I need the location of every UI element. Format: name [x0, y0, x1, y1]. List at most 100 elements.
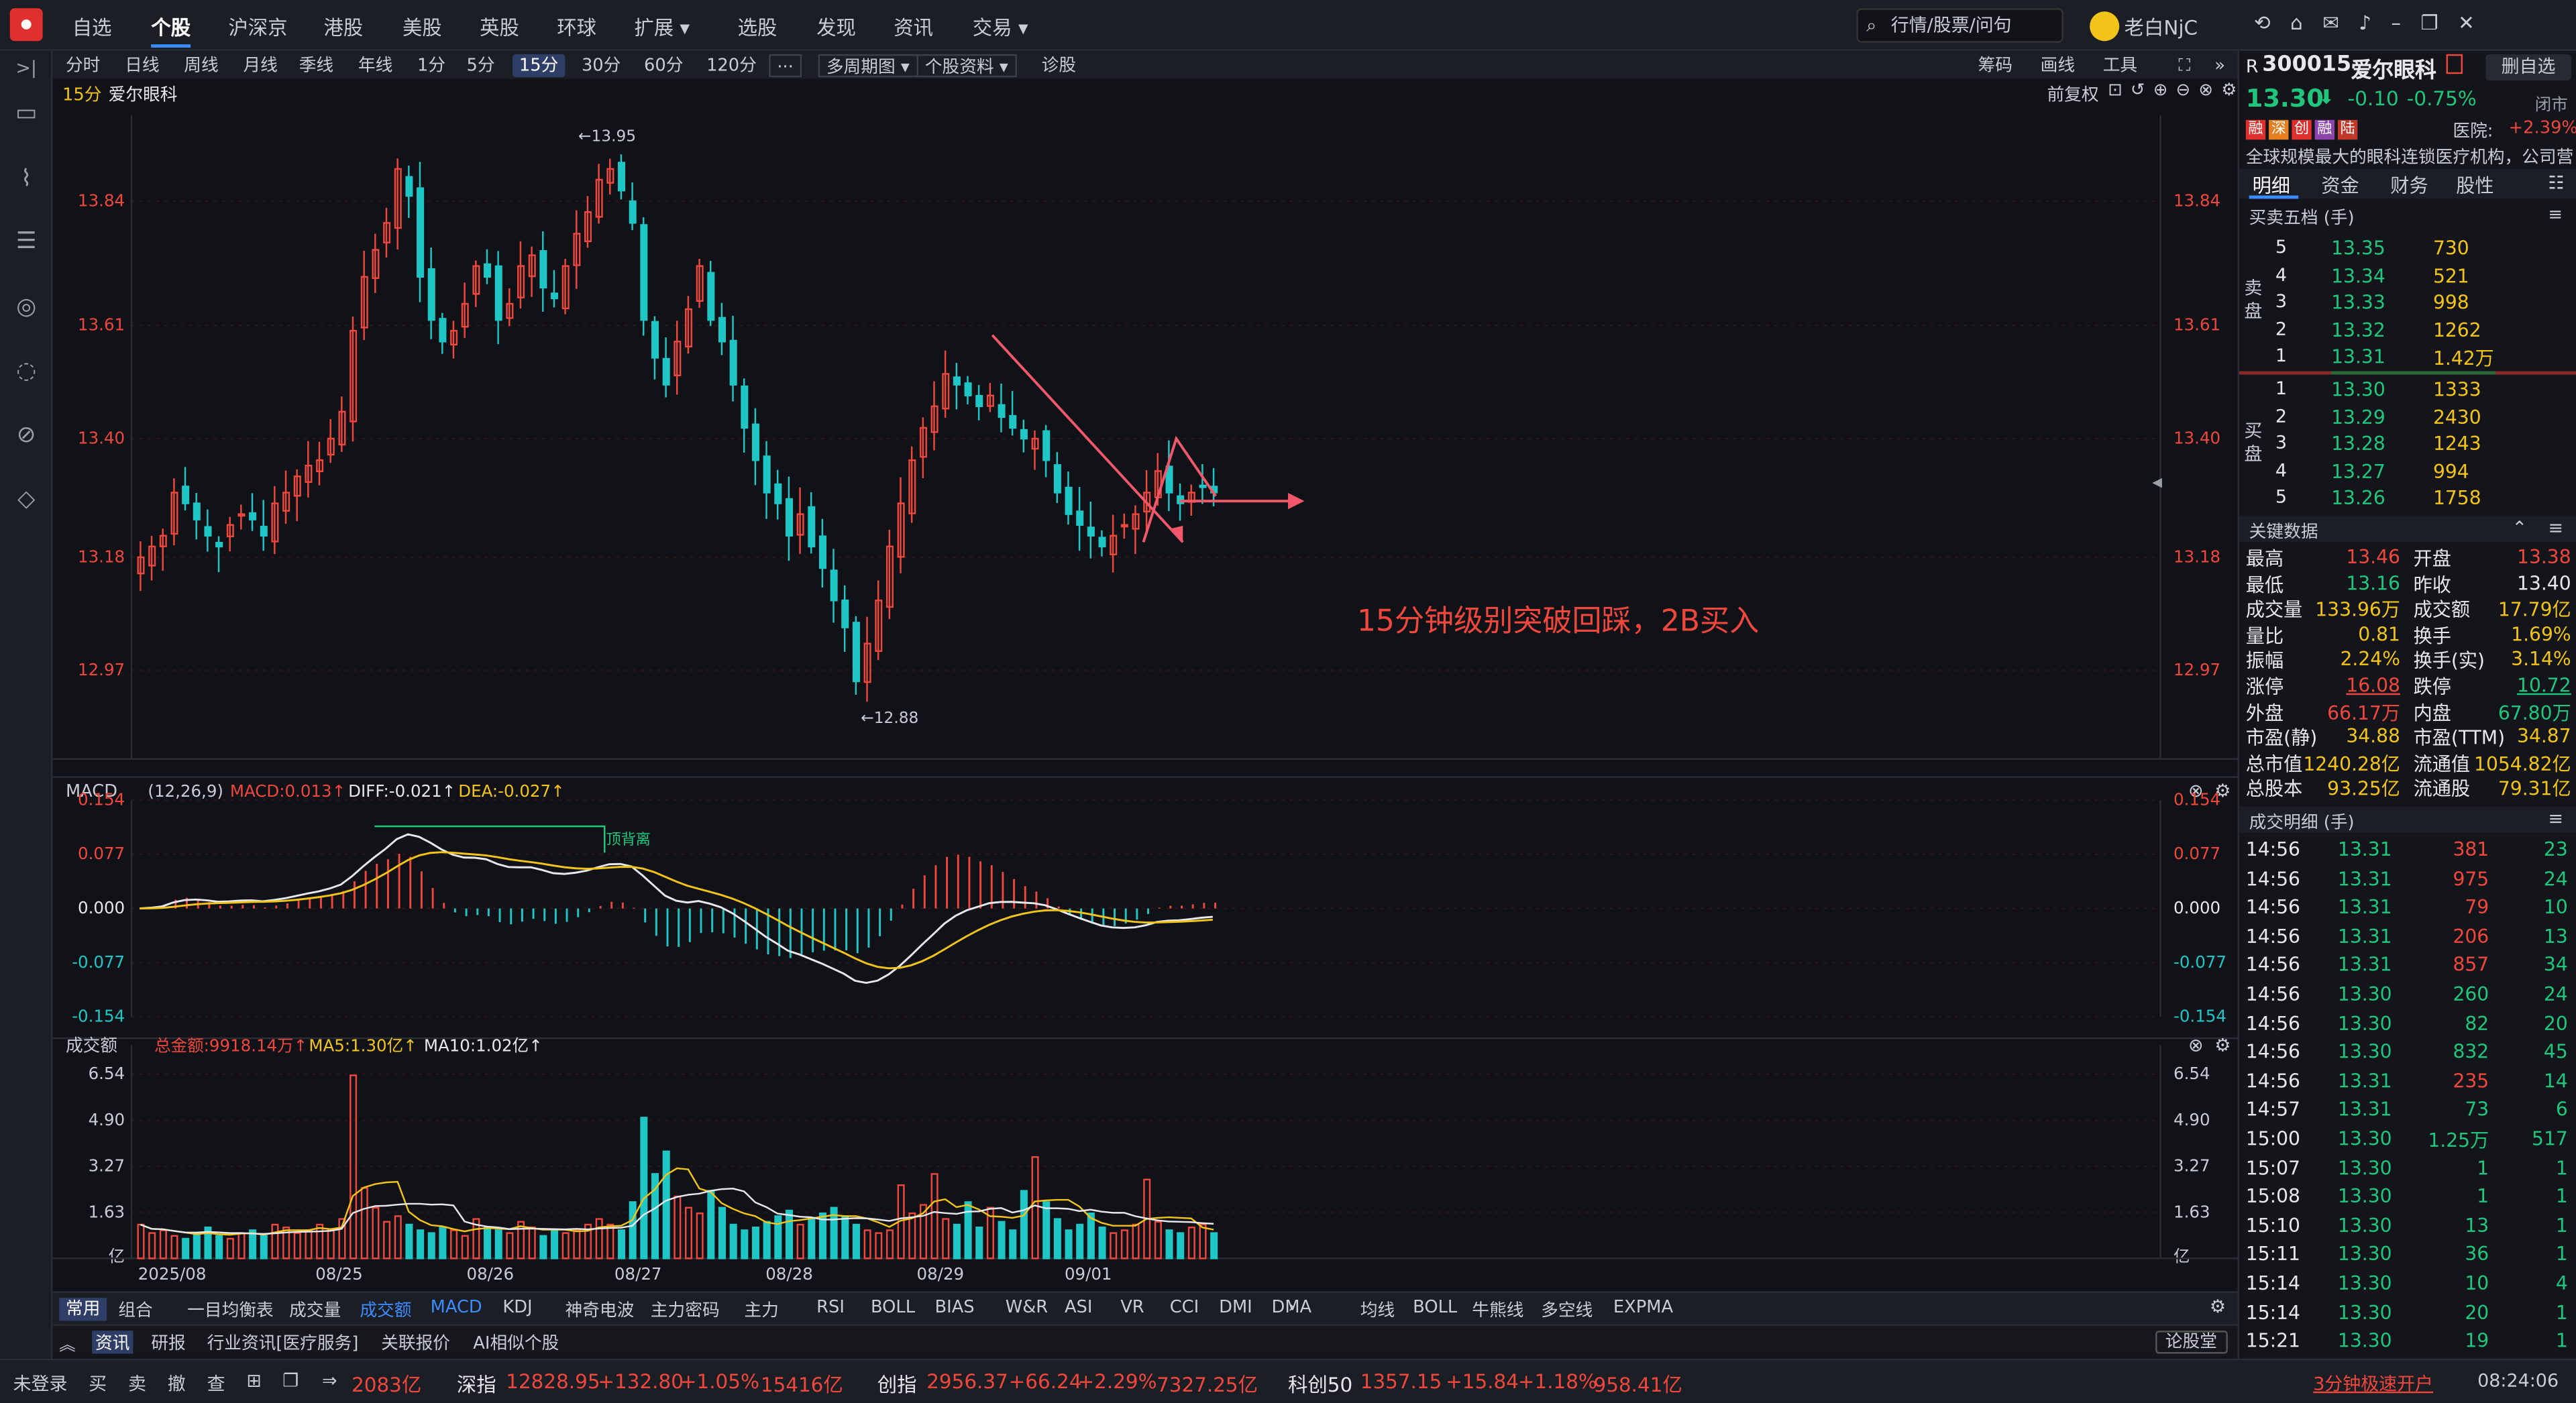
minimize-icon[interactable]: – [2391, 11, 2420, 34]
period-10[interactable]: 60分 [637, 54, 690, 77]
restore-icon[interactable]: ❐ [2420, 11, 2458, 34]
zoom-out-icon[interactable]: ⊖ [2176, 80, 2199, 100]
tab-finance[interactable]: 财务 [2390, 172, 2428, 199]
chips-button[interactable]: 筹码 [1972, 54, 2019, 77]
window-icon[interactable]: ⊞ [246, 1370, 262, 1392]
period-0[interactable]: 分时 [59, 54, 107, 77]
sector-name[interactable]: 医院: [2453, 118, 2493, 143]
indicator-settings-icon[interactable]: ⚙ [2210, 1296, 2226, 1318]
period-3[interactable]: 月线 [237, 54, 284, 77]
period-14[interactable]: 个股资料 ▾ [916, 54, 1016, 78]
zoom-in-icon[interactable]: ⊕ [2153, 80, 2176, 100]
mail-icon[interactable]: ✉ [2322, 11, 2359, 34]
restore-window-icon[interactable]: ❐ [282, 1370, 299, 1392]
trade-action-2[interactable]: 撤 [168, 1370, 186, 1396]
tab-character[interactable]: 股性 [2456, 172, 2493, 199]
undo-icon[interactable]: ↺ [2131, 80, 2153, 100]
indicator-10[interactable]: BIAS [934, 1298, 974, 1317]
indicator-3[interactable]: MACD [431, 1298, 482, 1317]
menu-item-3[interactable]: 港股 [323, 13, 363, 42]
trade-action-0[interactable]: 买 [89, 1370, 107, 1396]
menu-item-2[interactable]: 沪深京 [228, 13, 287, 42]
indicator-5[interactable]: 神奇电波 [565, 1298, 634, 1323]
menu-item-10[interactable]: 资讯 [894, 13, 933, 42]
overlay-0[interactable]: 均线 [1360, 1298, 1395, 1323]
indicator-0[interactable]: 一目均衡表 [187, 1298, 274, 1323]
collapse-up-icon[interactable]: ⌃ [2512, 518, 2528, 539]
key-data-menu-icon[interactable]: ≡ [2548, 518, 2563, 539]
chart-area[interactable]: 13.84 13.84 13.61 13.61 13.40 13.40 13.18 13.18… [52, 102, 2238, 1292]
promo-link[interactable]: 3分钟极速开户 [2313, 1370, 2433, 1396]
news-tab-3[interactable]: 关联报价 [378, 1331, 453, 1353]
indicator-8[interactable]: RSI [816, 1298, 845, 1317]
live-icon[interactable]: ▭ [10, 100, 43, 133]
tools-button[interactable]: 工具 [2096, 54, 2144, 77]
menu-item-4[interactable]: 美股 [402, 13, 442, 42]
username[interactable]: 老白NjC [2125, 13, 2198, 42]
close-icon[interactable]: ✕ [2458, 11, 2494, 34]
menu-item-1[interactable]: 个股 [151, 13, 191, 42]
bell-icon[interactable]: ♪ [2359, 11, 2391, 34]
chat-icon[interactable]: ◌ [10, 358, 43, 391]
overlay-3[interactable]: 多空线 [1541, 1298, 1593, 1323]
bookmark-icon[interactable] [2446, 54, 2463, 74]
news-tab-4[interactable]: AI相似个股 [470, 1331, 562, 1353]
sync-icon[interactable]: ⟲ [2254, 11, 2290, 34]
login-status[interactable]: 未登录 [13, 1370, 68, 1396]
forum-button[interactable]: 论股堂 [2155, 1331, 2227, 1354]
indicator-group-combo[interactable]: 组合 [118, 1298, 152, 1323]
indicator-11[interactable]: W&R [1006, 1298, 1048, 1317]
menu-item-0[interactable]: 自选 [72, 13, 112, 42]
period-12[interactable]: ··· [769, 54, 802, 78]
link-icon[interactable]: ⊘ [10, 423, 43, 455]
panel-settings-icon[interactable]: ☷ [2548, 172, 2564, 194]
indicator-4[interactable]: KDJ [502, 1298, 532, 1317]
indicator-13[interactable]: VR [1120, 1298, 1144, 1317]
overlay-1[interactable]: BOLL [1413, 1298, 1457, 1317]
trades-menu-icon[interactable]: ≡ [2548, 808, 2563, 830]
shirt-icon[interactable]: ⌂ [2290, 11, 2322, 34]
cy-name[interactable]: 创指 [877, 1370, 917, 1398]
lock-icon[interactable]: ⊡ [2108, 80, 2131, 100]
order-book-menu-icon[interactable]: ≡ [2548, 205, 2563, 225]
period-9[interactable]: 30分 [575, 54, 627, 77]
indicator-1[interactable]: 成交量 [289, 1298, 341, 1323]
diamond-icon[interactable]: ◇ [10, 486, 43, 519]
menu-item-5[interactable]: 英股 [480, 13, 519, 42]
arrow-icon[interactable]: ⇒ [322, 1370, 337, 1392]
fullscreen-icon[interactable]: ⛶ [2172, 54, 2198, 77]
menu-item-9[interactable]: 发现 [816, 13, 856, 42]
expand-icon[interactable]: >| [10, 58, 43, 91]
avatar[interactable] [2090, 11, 2120, 42]
indicator-15[interactable]: DMI [1219, 1298, 1252, 1317]
menu-item-8[interactable]: 选股 [738, 13, 777, 42]
period-1[interactable]: 日线 [118, 54, 166, 77]
period-13[interactable]: 多周期图 ▾ [818, 54, 918, 78]
period-2[interactable]: 周线 [177, 54, 225, 77]
indicator-group-common[interactable]: 常用 [59, 1298, 107, 1321]
period-7[interactable]: 5分 [460, 54, 502, 77]
kc-name[interactable]: 科创50 [1288, 1370, 1352, 1398]
sz-name[interactable]: 深指 [457, 1370, 496, 1398]
compass-icon[interactable]: ◎ [10, 294, 43, 327]
period-6[interactable]: 1分 [411, 54, 452, 77]
news-collapse-icon[interactable]: ︽ [59, 1331, 75, 1355]
menu-item-11[interactable]: 交易 ▾ [973, 13, 1028, 42]
overlay-2[interactable]: 牛熊线 [1472, 1298, 1523, 1323]
remove-watchlist-button[interactable]: 删自选 [2485, 54, 2571, 81]
menu-item-7[interactable]: 扩展 ▾ [634, 13, 690, 42]
menu-item-6[interactable]: 环球 [557, 13, 596, 42]
period-8[interactable]: 15分 [513, 54, 566, 78]
trade-action-3[interactable]: 查 [207, 1370, 225, 1396]
indicator-9[interactable]: BOLL [871, 1298, 915, 1317]
news-tab-2[interactable]: 行业资讯[医疗服务] [204, 1331, 362, 1353]
period-5[interactable]: 年线 [352, 54, 399, 77]
close-panel-icon[interactable]: ⊗ [2198, 80, 2221, 100]
period-4[interactable]: 季线 [292, 54, 340, 77]
period-11[interactable]: 120分 [700, 54, 763, 77]
news-tab-1[interactable]: 研报 [148, 1331, 189, 1353]
tab-funds[interactable]: 资金 [2321, 172, 2359, 199]
trade-action-1[interactable]: 卖 [128, 1370, 146, 1396]
period-15[interactable]: 诊股 [1035, 54, 1083, 77]
news-tab-0[interactable]: 资讯 [92, 1331, 133, 1354]
